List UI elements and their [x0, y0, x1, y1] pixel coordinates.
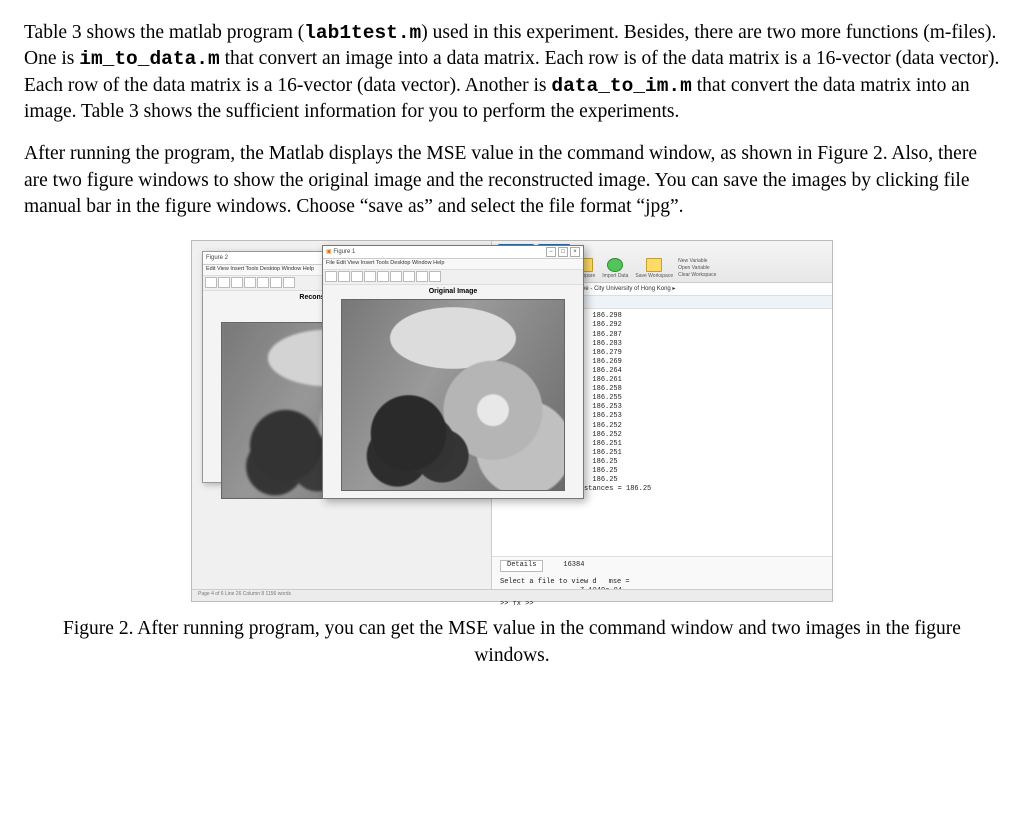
fig1-title: Figure 1	[333, 249, 355, 255]
close-icon[interactable]: ×	[570, 247, 580, 257]
fig1-menu[interactable]: File Edit View Insert Tools Desktop Wind…	[323, 259, 583, 269]
tool-icon[interactable]	[270, 277, 282, 288]
tool-icon[interactable]	[244, 277, 256, 288]
btn-savews-label: Save Workspace	[635, 273, 673, 280]
min-icon[interactable]: −	[546, 247, 556, 257]
tool-icon[interactable]	[429, 271, 441, 282]
fig1-winbtns: − □ ×	[546, 247, 580, 257]
tool-icon[interactable]	[403, 271, 415, 282]
tool-icon[interactable]	[257, 277, 269, 288]
paragraph-2: After running the program, the Matlab di…	[24, 141, 1000, 220]
figure-window-1[interactable]: ▣ Figure 1 − □ × File Edit View Insert T…	[322, 245, 584, 499]
tool-icon[interactable]	[205, 277, 217, 288]
lbl-openvar[interactable]: Open Variable	[678, 265, 716, 272]
statusbar: Page 4 of 6 Line 26 Column 8 1156 words	[192, 589, 832, 601]
lbl-newvar[interactable]: New Variable	[678, 258, 716, 265]
figure-wrap: PLOTS APPS New Open Find Files Compare I…	[24, 240, 1000, 602]
details-row: Details 16384	[500, 560, 824, 571]
btn-import[interactable]: Import Data	[600, 258, 630, 280]
fig1-image	[341, 299, 565, 491]
tool-icon[interactable]	[377, 271, 389, 282]
mse-label: mse =	[609, 578, 630, 587]
tool-icon[interactable]	[218, 277, 230, 288]
lbl-clearws[interactable]: Clear Workspace	[678, 272, 716, 279]
tool-icon[interactable]	[390, 271, 402, 282]
details-label[interactable]: Details	[500, 560, 543, 571]
tool-icon[interactable]	[416, 271, 428, 282]
fig2-title: Figure 2	[206, 254, 228, 262]
btn-savews[interactable]: Save Workspace	[633, 258, 675, 280]
tool-icon[interactable]	[338, 271, 350, 282]
max-icon[interactable]: □	[558, 247, 568, 257]
p1-text-a: Table 3 shows the matlab program (	[24, 22, 304, 43]
tool-icon[interactable]	[325, 271, 337, 282]
select-file-row: Select a file to view d mse =	[500, 578, 824, 587]
tool-icon[interactable]	[351, 271, 363, 282]
fig1-titlebar[interactable]: ▣ Figure 1 − □ ×	[323, 246, 583, 259]
size-val: 16384	[563, 561, 584, 570]
fig1-plot-title: Original Image	[323, 285, 583, 296]
paragraph-1: Table 3 shows the matlab program (lab1te…	[24, 20, 1000, 125]
tool-icon[interactable]	[283, 277, 295, 288]
save-icon	[646, 258, 662, 272]
select-file-label: Select a file to view d	[500, 578, 597, 587]
screenshot-composite: PLOTS APPS New Open Find Files Compare I…	[191, 240, 833, 602]
code-im-to-data: im_to_data.m	[79, 48, 219, 70]
tool-icon[interactable]	[364, 271, 376, 282]
code-data-to-im: data_to_im.m	[551, 75, 691, 97]
code-lab1test: lab1test.m	[304, 22, 421, 44]
btn-import-label: Import Data	[602, 273, 628, 280]
fig1-toolbar[interactable]	[323, 270, 583, 285]
tool-icon[interactable]	[231, 277, 243, 288]
import-icon	[607, 258, 623, 272]
matlab-icon: ▣	[326, 249, 332, 255]
command-bottom: Details 16384 Select a file to view d ms…	[492, 556, 832, 612]
figure-caption: Figure 2. After running program, you can…	[54, 616, 970, 669]
